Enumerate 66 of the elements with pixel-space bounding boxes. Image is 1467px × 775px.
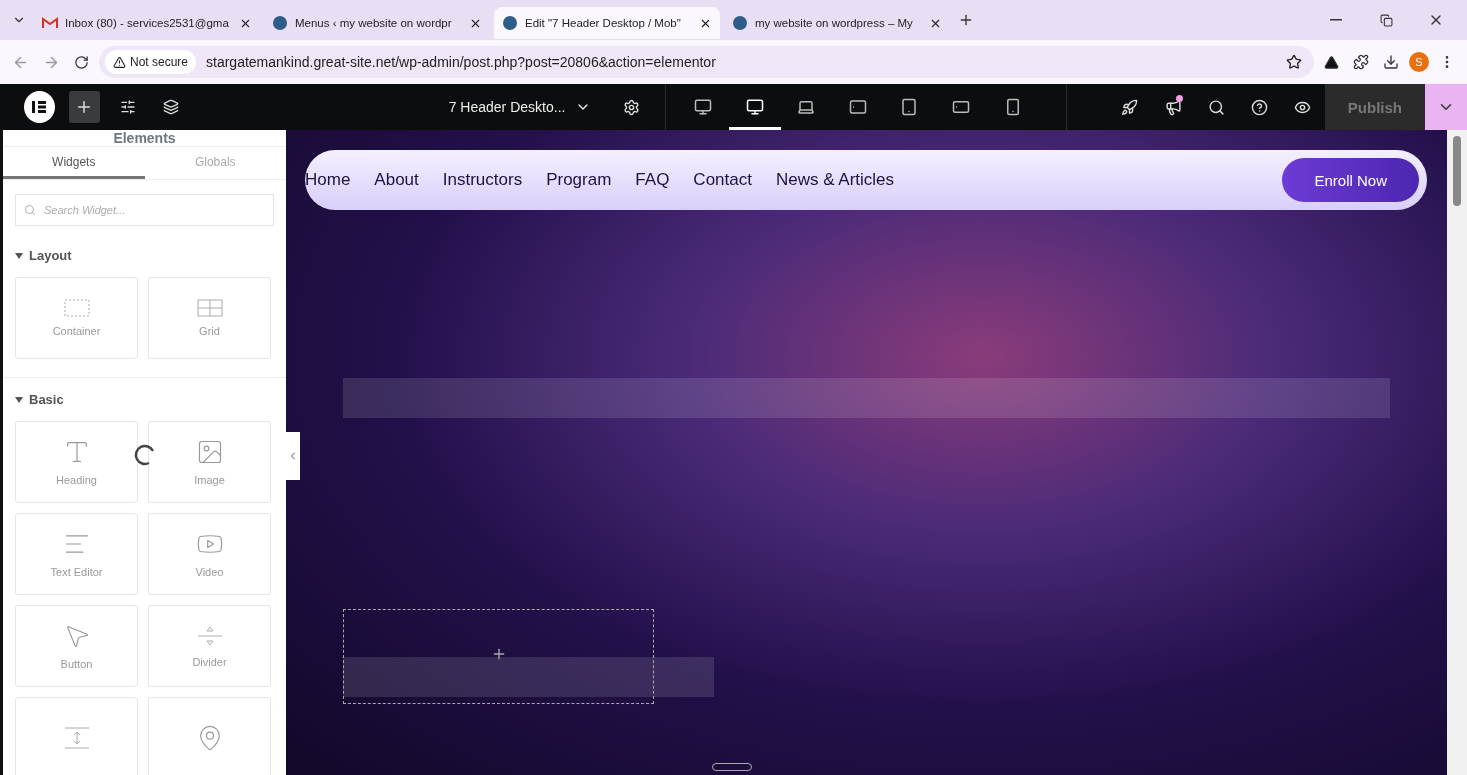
tablet-icon (848, 98, 867, 116)
bookmark-star-icon[interactable] (1286, 54, 1302, 70)
reload-icon (74, 54, 89, 70)
search-icon (24, 204, 36, 216)
widget-label: Divider (192, 656, 227, 668)
widget-label: Container (52, 325, 101, 337)
security-label: Not secure (130, 55, 189, 69)
scrollbar-thumb[interactable] (1453, 136, 1461, 206)
widget-label: Button (60, 658, 93, 670)
help-icon (1251, 98, 1269, 116)
laptop-icon (797, 98, 816, 116)
phone-icon (952, 98, 970, 116)
nav-link[interactable]: FAQ (635, 170, 670, 190)
enroll-now-button[interactable]: Enroll Now (1282, 158, 1419, 202)
search-widget-field[interactable]: Search Widget... (15, 194, 274, 226)
document-title-dropdown[interactable]: 7 Header Deskto... (442, 98, 598, 116)
panel-tab[interactable]: Widgets (3, 147, 145, 179)
widget-tile[interactable] (148, 697, 271, 775)
browser-tab[interactable]: Edit "7 Header Desktop / Mob" (494, 7, 720, 39)
browser-tab[interactable]: my website on wordpress – My (724, 7, 950, 39)
widget-label: Video (195, 566, 224, 578)
widget-label: Heading (56, 474, 97, 486)
layers-icon (163, 99, 180, 115)
triangle-icon (1324, 54, 1339, 70)
panel-title: Elements (3, 130, 286, 147)
scrollbar[interactable] (1447, 130, 1467, 775)
address-bar[interactable]: Not secure stargatemankind.great-site.net/wp-admin/post.php?post=20806&action=elementor (99, 46, 1314, 78)
caret-icon (15, 252, 23, 259)
sliders-icon (119, 99, 136, 115)
container-icon (63, 299, 90, 317)
monitor-icon (745, 98, 764, 116)
browser-tab[interactable]: Inbox (80) - services2531@gma (34, 7, 260, 39)
nav-link[interactable]: Instructors (442, 170, 523, 190)
widget-tile[interactable] (15, 697, 138, 775)
security-chip[interactable]: Not secure (105, 50, 197, 74)
rocket-icon (1121, 98, 1139, 116)
browser-tab[interactable]: Menus ‹ my website on wordpr (264, 7, 490, 39)
section-header[interactable]: Basic (3, 392, 286, 407)
add-element-button[interactable] (68, 91, 101, 123)
puzzle-icon (1353, 54, 1369, 70)
elementor-logo-icon[interactable] (24, 91, 55, 123)
settings-icon (622, 98, 640, 116)
mail-logo-icon (42, 17, 58, 29)
url-text: stargatemankind.great-site.net/wp-admin/post.php?post=20806&action=elementor (206, 54, 716, 70)
nav-link[interactable]: News & Articles (775, 170, 895, 190)
warning-icon (113, 55, 126, 69)
download-icon (1383, 54, 1399, 70)
widget-label: Image (194, 474, 225, 486)
collapse-panel-handle[interactable] (286, 432, 300, 480)
widget-label: Text Editor (50, 566, 103, 578)
nav-link[interactable]: About (374, 170, 419, 190)
minimize-icon (1330, 19, 1342, 21)
section-header[interactable]: Layout (3, 248, 286, 263)
divider-icon (196, 624, 223, 648)
restore-icon (1379, 13, 1393, 27)
monitor-icon (694, 98, 713, 116)
nav-link[interactable]: Program (546, 170, 612, 190)
plus-icon (958, 12, 974, 28)
nav-link[interactable]: Home (305, 170, 351, 190)
tablet-icon (900, 98, 919, 116)
search-icon (1207, 98, 1225, 116)
widget-label: Grid (199, 325, 220, 337)
spacer-icon (63, 726, 90, 750)
nav-link[interactable]: Contact (693, 170, 752, 190)
caret-icon (15, 396, 23, 403)
grid-icon (196, 299, 223, 317)
